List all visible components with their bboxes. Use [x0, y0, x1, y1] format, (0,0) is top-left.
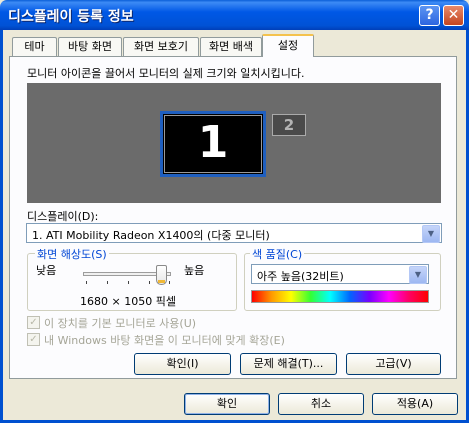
extend-desktop-label: 내 Windows 바탕 화면을 이 모니터에 맞게 확장(E): [44, 334, 285, 347]
tab-desktop[interactable]: 바탕 화면: [58, 37, 122, 56]
slider-tick: [86, 281, 87, 284]
display-select-value: 1. ATI Mobility Radeon X1400의 (다중 모니터): [32, 229, 270, 242]
slider-tick: [169, 281, 170, 284]
tab-theme[interactable]: 테마: [12, 37, 57, 56]
color-quality-value: 아주 높음(32비트): [257, 270, 344, 283]
ok-button[interactable]: 확인: [184, 393, 270, 415]
display-label: 디스플레이(D):: [27, 210, 99, 223]
chevron-down-icon[interactable]: ▼: [409, 266, 427, 284]
help-button[interactable]: ?: [419, 5, 440, 26]
chevron-down-icon[interactable]: ▼: [422, 225, 440, 243]
monitor-2-icon[interactable]: 2: [272, 114, 306, 136]
window-title: 디스플레이 등록 정보: [8, 9, 134, 25]
slider-tick: [128, 281, 129, 284]
extend-desktop-checkbox[interactable]: ✓: [27, 333, 40, 346]
advanced-button[interactable]: 고급(V): [346, 353, 441, 375]
identify-button[interactable]: 확인(I): [134, 353, 231, 375]
resolution-high-label: 높음: [184, 264, 205, 277]
primary-monitor-checkbox[interactable]: ✓: [27, 316, 40, 329]
resolution-value: 1680 × 1050 픽셀: [80, 295, 176, 308]
resolution-slider-thumb[interactable]: [156, 265, 167, 285]
instruction-text: 모니터 아이콘을 끌어서 모니터의 실제 크기와 일치시킵니다.: [27, 67, 305, 80]
troubleshoot-button[interactable]: 문제 해결(T)...: [240, 353, 337, 375]
color-quality-group-label: 색 품질(C): [250, 246, 305, 262]
slider-tick: [107, 281, 108, 284]
close-button[interactable]: ✕: [443, 5, 464, 26]
cancel-button[interactable]: 취소: [278, 393, 364, 415]
tab-settings[interactable]: 설정: [262, 34, 314, 57]
monitor-1-icon[interactable]: 1: [160, 111, 266, 177]
color-quality-select[interactable]: 아주 높음(32비트) ▼: [251, 264, 429, 284]
primary-monitor-label: 이 장치를 기본 모니터로 사용(U): [44, 317, 197, 330]
tab-screensaver[interactable]: 화면 보호기: [123, 37, 199, 56]
display-select[interactable]: 1. ATI Mobility Radeon X1400의 (다중 모니터) ▼: [26, 223, 442, 243]
apply-button[interactable]: 적용(A): [372, 393, 458, 415]
monitor-2-number: 2: [283, 116, 295, 134]
resolution-low-label: 낮음: [36, 264, 57, 277]
color-spectrum-bar: [251, 290, 429, 303]
tab-appearance[interactable]: 화면 배색: [200, 37, 262, 56]
slider-tick: [149, 281, 150, 284]
resolution-group-label: 화면 해상도(S): [35, 246, 109, 262]
